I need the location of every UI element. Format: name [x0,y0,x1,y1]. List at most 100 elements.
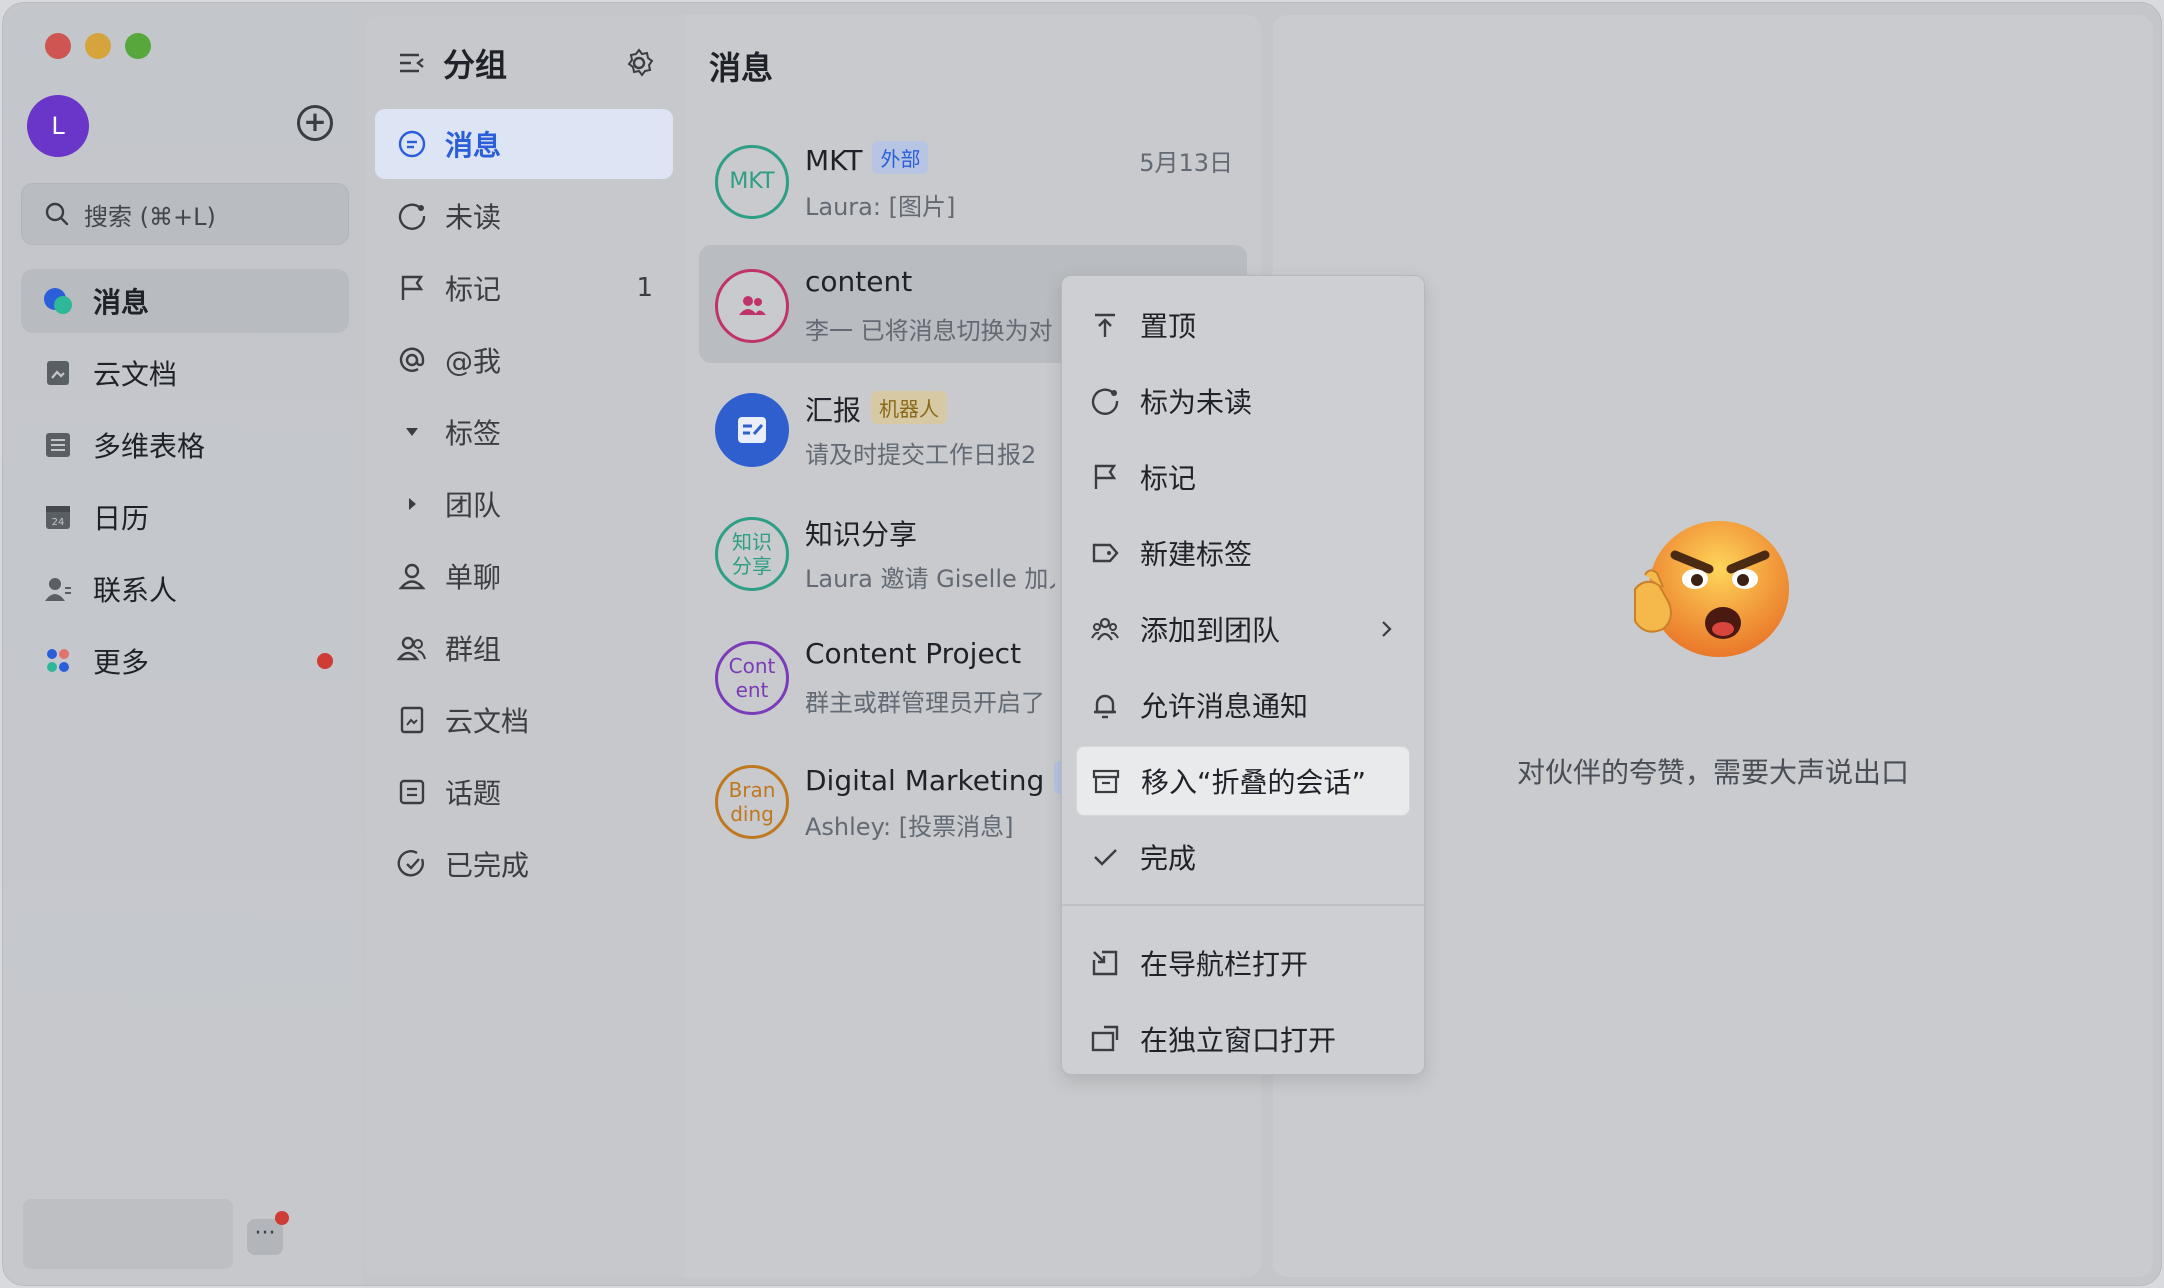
group-item-label: 群组 [445,633,502,666]
mark-unread-icon [1091,388,1119,415]
group-item-single-chat[interactable]: 单聊 [375,541,673,611]
chat-avatar: MKT [715,145,789,219]
sidebar-item-label: 消息 [93,286,150,319]
tag-icon [1092,543,1119,563]
menu-item-open-in-nav[interactable]: 在导航栏打开 [1076,928,1410,998]
sidebar-item-label: 更多 [93,646,150,679]
chat-preview: Laura 邀请 Giselle 加入 [805,565,1055,593]
chat-preview: 群主或群管理员开启了 [805,689,1045,717]
bot-tag: 机器人 [871,391,948,424]
group-item-mentions[interactable]: @我 [375,325,673,395]
notification-dot [317,653,333,669]
menu-item-pin[interactable]: 置顶 [1076,290,1410,360]
search-input[interactable]: 搜索 (⌘+L) [21,183,349,245]
group-item-label: 话题 [445,777,502,810]
gear-icon[interactable] [623,47,655,79]
chat-preview: Ashley: [投票消息] [805,813,1014,841]
check-icon [1094,849,1117,866]
user-avatar[interactable]: L [27,95,89,157]
group-item-flagged[interactable]: 标记 1 [375,253,673,323]
sidebar-item-label: 多维表格 [93,430,206,463]
group-item-groups[interactable]: 群组 [375,613,673,683]
group-item-unread[interactable]: 未读 [375,181,673,251]
zoom-window-button[interactable] [125,33,151,59]
menu-item-allow-notifications[interactable]: 允许消息通知 [1076,670,1410,740]
chat-icon [398,130,426,158]
flag-icon [401,275,424,300]
more-options-button[interactable]: ··· [247,1211,289,1255]
groups-header: 分组 [397,43,663,84]
group-avatar-icon [715,269,789,343]
sidebar-item-contacts[interactable]: 联系人 [21,557,349,621]
add-plus-icon[interactable]: + [297,105,333,141]
sidebar-item-label: 联系人 [93,574,178,607]
group-item-messages[interactable]: 消息 [375,109,673,179]
thinking-angry-emoji-icon [1634,521,1789,657]
group-item-topics[interactable]: 话题 [375,757,673,827]
notification-dot [275,1211,289,1225]
group-item-label: @我 [445,345,502,378]
collapse-list-icon[interactable] [397,48,427,78]
open-nav-icon [1092,950,1118,976]
group-item-done[interactable]: 已完成 [375,829,673,899]
chat-name: 汇报 机器人 [805,389,948,429]
menu-item-label: 完成 [1140,842,1197,875]
minimize-window-button[interactable] [85,33,111,59]
done-icon [397,850,424,877]
chat-list-title: 消息 [709,49,774,87]
caret-right-icon [409,498,416,510]
menu-item-new-tag[interactable]: 新建标签 [1076,518,1410,588]
menu-item-open-in-window[interactable]: 在独立窗口打开 [1076,1004,1410,1074]
group-item-teams[interactable]: 团队 [375,469,673,539]
sidebar-item-multi-table[interactable]: 多维表格 [21,413,349,477]
menu-item-done[interactable]: 完成 [1076,822,1410,892]
menu-item-label: 标为未读 [1140,386,1253,419]
sidebar-item-calendar[interactable]: 24 日历 [21,485,349,549]
groups-panel: 分组 消息 未读 标记 1 @我 标签 团队 单聊 群组 云文档 话题 已完成 [365,15,687,1277]
group-item-cloud-docs[interactable]: 云文档 [375,685,673,755]
sidebar-item-cloud-docs[interactable]: 云文档 [21,341,349,405]
menu-item-move-to-folded[interactable]: 移入“折叠的会话” [1076,746,1410,816]
open-window-icon [1091,1025,1119,1052]
menu-item-label: 在独立窗口打开 [1140,1024,1337,1057]
contacts-icon [45,578,71,601]
group-item-label: 标记 [445,273,502,306]
chat-name: Content Project [805,637,1022,670]
menu-divider [1062,904,1424,906]
group-list: 消息 未读 标记 1 @我 标签 团队 单聊 群组 云文档 话题 已完成 [375,109,673,901]
menu-item-mark-unread[interactable]: 标为未读 [1076,366,1410,436]
chat-preview: 请及时提交工作日报2 [805,441,1037,469]
group-item-label: 未读 [445,201,502,234]
cloud-doc-icon [47,361,69,385]
chat-item-mkt[interactable]: MKT MKT 外部 Laura: [图片] 5月13日 [699,121,1247,239]
search-icon [45,202,69,226]
sidebar-item-more[interactable]: 更多 [21,629,349,693]
topic-icon [399,779,425,805]
group-icon [397,636,426,661]
menu-item-label: 置顶 [1140,310,1197,343]
group-item-label: 云文档 [445,705,530,738]
message-bubble-icon [44,288,72,314]
pin-top-icon [1095,313,1115,337]
sidebar-item-label: 日历 [93,502,150,535]
search-placeholder: 搜索 (⌘+L) [84,202,216,231]
menu-item-flag[interactable]: 标记 [1076,442,1410,512]
menu-item-add-to-team[interactable]: 添加到团队 [1076,594,1410,664]
chat-preview: Laura: [图片] [805,193,956,221]
status-area[interactable] [23,1199,233,1269]
chat-time: 5月13日 [1139,149,1233,177]
bot-avatar-icon [715,393,789,467]
group-item-labels[interactable]: 标签 [375,397,673,467]
at-icon [399,347,425,372]
flag-count: 1 [636,273,653,303]
caret-down-icon [406,428,418,436]
close-window-button[interactable] [45,33,71,59]
group-item-label: 团队 [445,489,502,522]
groups-title: 分组 [443,46,508,84]
archive-icon [1092,769,1120,794]
sidebar-item-messages[interactable]: 消息 [21,269,349,333]
left-sidebar: L + 搜索 (⌘+L) 消息 云文档 多维表格 24 日历 联系人 更多 ··… [3,3,363,1285]
menu-item-label: 添加到团队 [1140,614,1281,647]
chat-avatar: 知识 分享 [715,517,789,591]
menu-item-label: 标记 [1140,462,1197,495]
